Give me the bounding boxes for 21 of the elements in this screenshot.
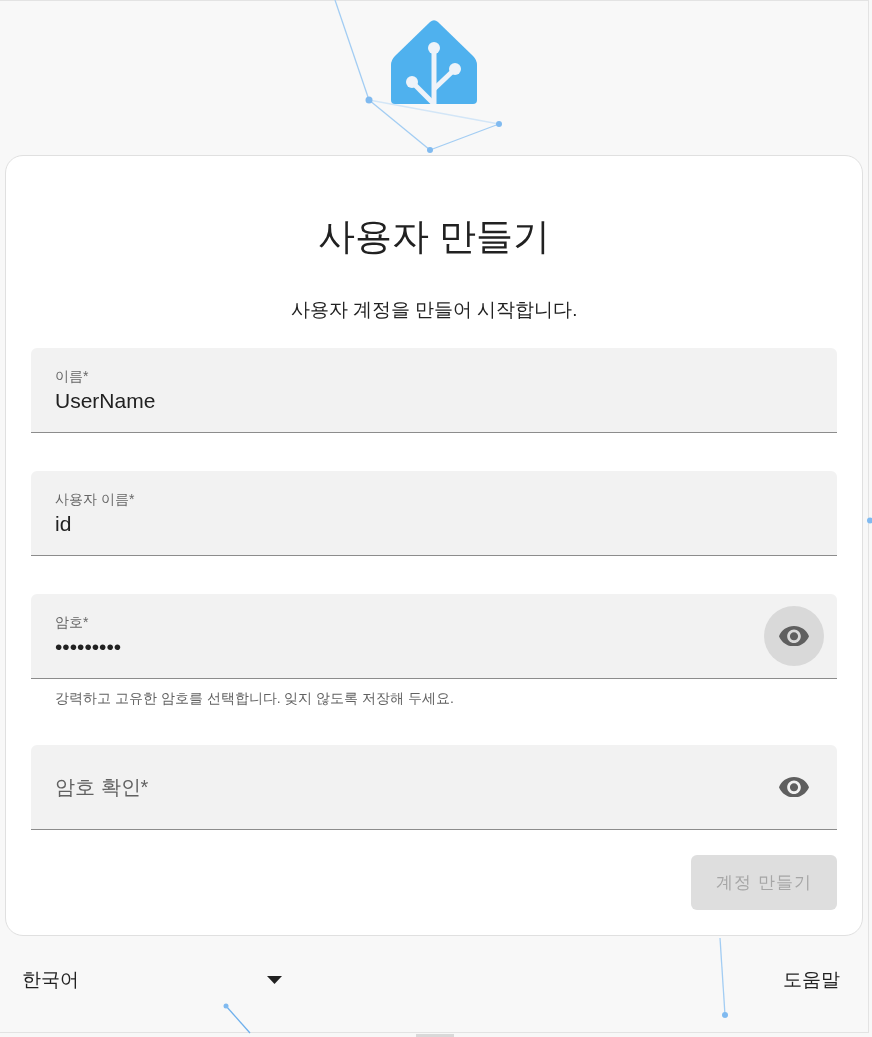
- field-value: UserName: [55, 388, 156, 414]
- password-field[interactable]: 암호* •••••••••: [31, 594, 837, 679]
- card-subtitle: 사용자 계정을 만들어 시작합니다.: [290, 298, 578, 322]
- field-value: •••••••••: [55, 634, 122, 660]
- house-logo-icon: [391, 20, 477, 104]
- caret-icon: [267, 976, 282, 984]
- card-title: 사용자 만들기: [317, 217, 551, 257]
- field-value: id: [55, 511, 72, 537]
- text-field[interactable]: 이름* UserName: [31, 348, 837, 433]
- network-drawing: [223, 1002, 251, 1033]
- eye-icon: [779, 776, 809, 798]
- helper-text: 강력하고 고유한 암호를 선택합니다. 잊지 않도록 저장해 두세요.: [55, 689, 454, 707]
- password-field[interactable]: 암호 확인*: [31, 745, 837, 830]
- field-label: 암호 확인*: [55, 775, 149, 800]
- field-label: 암호*: [55, 613, 89, 631]
- help-link[interactable]: 도움말: [783, 966, 840, 994]
- field-label: 사용자 이름*: [55, 490, 135, 508]
- eye-icon: [779, 625, 809, 647]
- field-label: 이름*: [55, 367, 89, 385]
- language-select[interactable]: 한국어: [22, 966, 282, 994]
- text-field[interactable]: 사용자 이름* id: [31, 471, 837, 556]
